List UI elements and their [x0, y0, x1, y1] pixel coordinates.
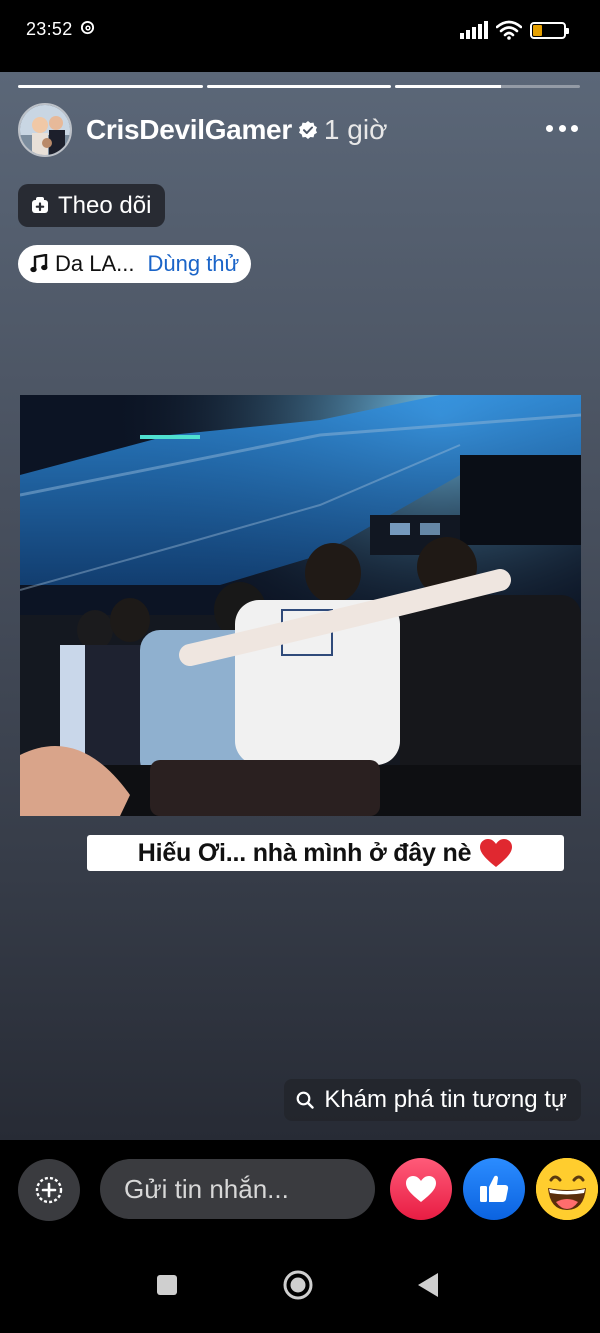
- status-bar: 23:52 29: [0, 0, 600, 72]
- battery-icon: 29: [530, 21, 569, 39]
- progress-segment: [395, 85, 581, 88]
- more-options-button[interactable]: [546, 118, 578, 138]
- follow-button[interactable]: Theo dõi: [18, 184, 166, 227]
- love-reaction-button[interactable]: [390, 1158, 452, 1220]
- reply-bar: Gửi tin nhắn...: [0, 1140, 600, 1240]
- progress-segment: [206, 85, 392, 88]
- story-header: CrisDevilGamer 1 giờ: [18, 102, 387, 158]
- red-heart-icon: [480, 839, 513, 867]
- message-placeholder: Gửi tin nhắn...: [124, 1173, 289, 1204]
- try-music-link[interactable]: Dùng thử: [147, 251, 239, 277]
- author-name[interactable]: CrisDevilGamer: [86, 114, 292, 146]
- recents-button[interactable]: [147, 1265, 187, 1305]
- avatar[interactable]: [18, 103, 72, 157]
- battery-level: 29: [541, 22, 555, 35]
- concert-photo: [20, 395, 581, 816]
- haha-reaction-icon: [536, 1158, 598, 1220]
- post-time: 1 giờ: [323, 114, 388, 145]
- message-input[interactable]: Gửi tin nhắn...: [100, 1159, 375, 1219]
- wifi-icon: [496, 20, 522, 40]
- music-note-icon: [30, 254, 48, 273]
- home-icon: [283, 1270, 313, 1300]
- music-title: Da LA...: [55, 251, 135, 276]
- search-icon: [296, 1091, 315, 1109]
- story-photo: [20, 395, 581, 816]
- home-button[interactable]: [278, 1265, 318, 1305]
- story-progress: [18, 85, 581, 89]
- status-indicators: 29: [460, 19, 569, 41]
- add-circle-icon: [35, 1176, 63, 1204]
- haha-reaction-button[interactable]: [536, 1158, 598, 1220]
- messenger-plus-icon: [32, 196, 48, 213]
- like-reaction-button[interactable]: [463, 1158, 525, 1220]
- back-icon: [418, 1273, 438, 1297]
- system-nav-bar: [0, 1240, 600, 1333]
- progress-segment: [18, 85, 203, 88]
- avatar-photo: [20, 105, 70, 155]
- story-caption: Hiếu Ơi... nhà mình ở đây nè: [87, 835, 564, 871]
- add-button[interactable]: [18, 1159, 80, 1221]
- signal-icon: [460, 21, 488, 39]
- explore-label: Khám phá tin tương tự: [324, 1086, 567, 1113]
- love-reaction-icon: [406, 1176, 436, 1202]
- follow-label: Theo dõi: [58, 191, 152, 219]
- recents-icon: [157, 1275, 177, 1295]
- like-reaction-icon: [480, 1175, 509, 1202]
- verified-badge-icon: [298, 121, 317, 139]
- explore-similar-button[interactable]: Khám phá tin tương tự: [284, 1079, 581, 1121]
- threads-icon: [80, 20, 95, 35]
- story-viewer[interactable]: CrisDevilGamer 1 giờ Theo dõi Da LA... D…: [0, 72, 600, 1140]
- music-sticker[interactable]: Da LA... Dùng thử: [18, 245, 252, 283]
- caption-text: Hiếu Ơi... nhà mình ở đây nè: [137, 838, 472, 867]
- status-time: 23:52: [26, 19, 73, 39]
- back-button[interactable]: [408, 1265, 448, 1305]
